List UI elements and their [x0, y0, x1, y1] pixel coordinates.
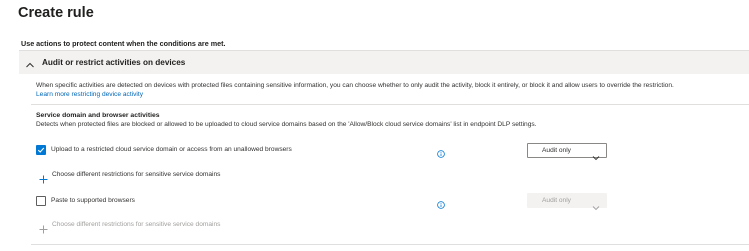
section-header-audit-restrict[interactable]: Audit or restrict activities on devices — [19, 50, 749, 74]
info-icon[interactable] — [437, 196, 445, 209]
chevron-up-icon[interactable] — [25, 57, 35, 68]
plus-icon — [39, 221, 48, 239]
upload-restricted-checkbox[interactable] — [36, 145, 46, 155]
page-title: Create rule — [18, 5, 94, 21]
paste-browsers-label: Paste to supported browsers — [51, 197, 135, 204]
learn-more-link[interactable]: Learn more restricting device activity — [36, 91, 143, 98]
chevron-down-icon — [592, 198, 600, 216]
paste-browsers-checkbox[interactable] — [36, 196, 46, 206]
section-title: Audit or restrict activities on devices — [42, 58, 186, 67]
upload-action-dropdown[interactable]: Audit only — [527, 143, 607, 161]
plus-icon — [39, 171, 48, 189]
divider — [31, 244, 749, 245]
divider — [31, 104, 749, 105]
add-restriction-label: Choose different restrictions for sensit… — [52, 171, 221, 178]
paste-action-dropdown[interactable]: Audit only — [527, 193, 607, 211]
page-subtitle: Use actions to protect content when the … — [21, 39, 226, 48]
add-restriction-label: Choose different restrictions for sensit… — [52, 221, 221, 228]
group-title: Service domain and browser activities — [36, 112, 160, 119]
info-icon[interactable] — [437, 145, 445, 158]
upload-restricted-label: Upload to a restricted cloud service dom… — [51, 146, 292, 153]
group-description: Detects when protected files are blocked… — [36, 121, 537, 128]
dropdown-value: Audit only — [542, 147, 571, 154]
dropdown-value: Audit only — [542, 197, 571, 204]
section-description: When specific activities are detected on… — [36, 82, 674, 89]
chevron-down-icon — [592, 148, 600, 166]
